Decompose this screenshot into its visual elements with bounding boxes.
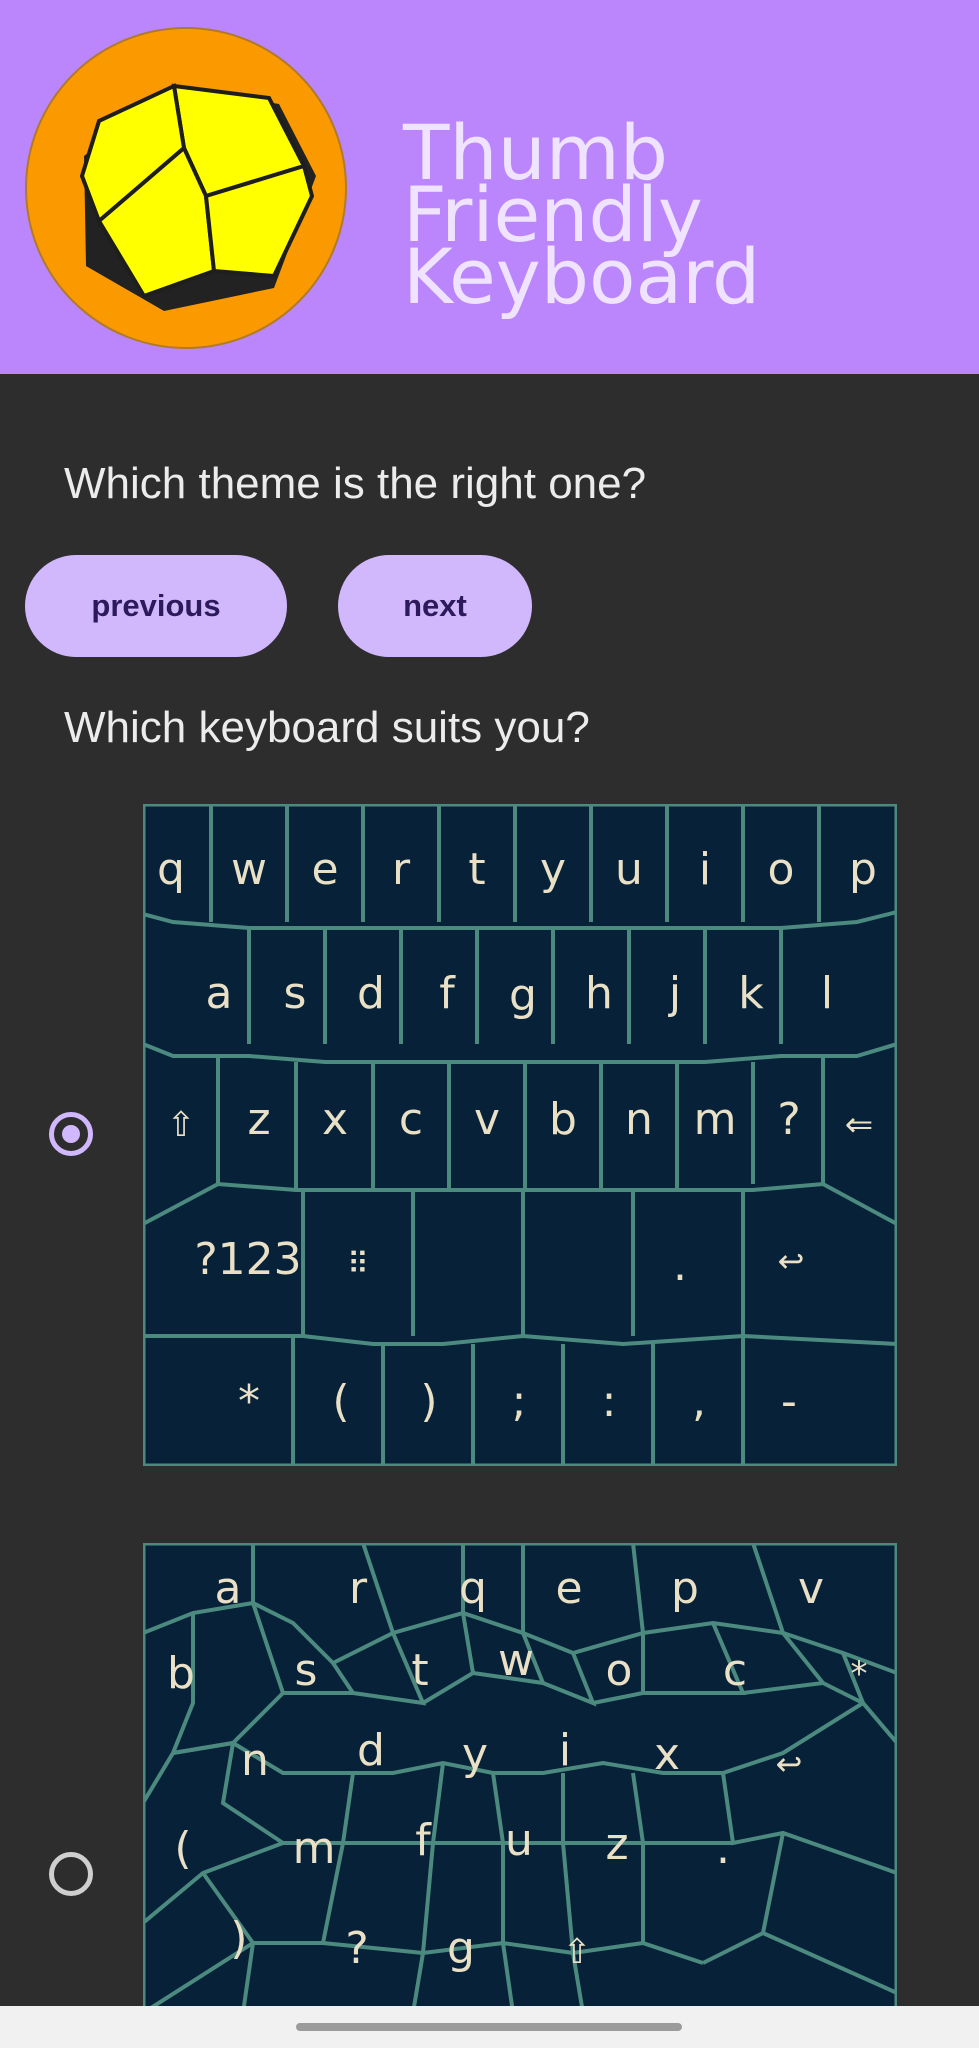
- svg-text:y: y: [462, 1729, 488, 1780]
- svg-text:u: u: [505, 1815, 533, 1866]
- svg-text:*: *: [238, 1376, 260, 1427]
- svg-text:w: w: [498, 1635, 534, 1686]
- svg-text:v: v: [798, 1563, 824, 1614]
- svg-text:↩: ↩: [778, 1242, 805, 1280]
- svg-text:c: c: [723, 1645, 747, 1696]
- svg-text:v: v: [474, 1094, 500, 1145]
- svg-text:c: c: [399, 1094, 423, 1145]
- svg-text:q: q: [459, 1563, 487, 1614]
- svg-text:(: (: [332, 1376, 349, 1427]
- svg-text:u: u: [615, 844, 643, 895]
- svg-text:l: l: [821, 968, 833, 1019]
- svg-text:): ): [230, 1913, 247, 1964]
- honeycomb-keyboard-radio[interactable]: [49, 1852, 93, 1896]
- svg-text:s: s: [284, 968, 307, 1019]
- svg-text:p: p: [671, 1563, 699, 1614]
- svg-text:t: t: [411, 1645, 428, 1696]
- svg-text:(: (: [174, 1823, 191, 1874]
- svg-text:g: g: [447, 1923, 475, 1974]
- svg-text::: :: [602, 1376, 617, 1427]
- app-title-line-2: Keyboard: [403, 232, 761, 321]
- svg-text:x: x: [322, 1094, 348, 1145]
- app-title-line-1: Thumb Friendly: [403, 108, 703, 259]
- qwerty-keyboard-preview[interactable]: qwe r t yu i o p asd f g h j k l ⇧ z x c v b n m? ⇐ ?123 ⠿…: [143, 804, 897, 1466]
- svg-text:e: e: [311, 844, 338, 895]
- svg-text:x: x: [654, 1729, 680, 1780]
- svg-text:e: e: [555, 1563, 582, 1614]
- svg-text:⠿: ⠿: [347, 1247, 369, 1282]
- qwerty-keyboard-radio[interactable]: [49, 1112, 93, 1156]
- svg-text:q: q: [157, 844, 185, 895]
- svg-text:f: f: [415, 1815, 432, 1866]
- svg-text:;: ;: [512, 1376, 527, 1427]
- svg-text:h: h: [585, 968, 613, 1019]
- svg-text:a: a: [206, 968, 233, 1019]
- svg-text:t: t: [468, 844, 485, 895]
- svg-text:.: .: [673, 1240, 687, 1291]
- svg-text:b: b: [549, 1094, 577, 1145]
- svg-text:n: n: [625, 1094, 653, 1145]
- svg-text:z: z: [247, 1094, 270, 1145]
- svg-text:⇧: ⇧: [563, 1932, 592, 1972]
- home-gesture-handle[interactable]: [296, 2023, 682, 2031]
- keyboard-question: Which keyboard suits you?: [64, 703, 590, 752]
- svg-text:-: -: [781, 1376, 797, 1427]
- svg-text:j: j: [668, 968, 681, 1019]
- system-navigation-bar: [0, 2006, 979, 2048]
- svg-text:m: m: [293, 1823, 336, 1874]
- svg-text:,: ,: [692, 1376, 706, 1427]
- next-theme-button[interactable]: next: [338, 555, 532, 657]
- svg-text:d: d: [357, 968, 385, 1019]
- svg-text:f: f: [439, 968, 456, 1019]
- honeycomb-keyboard-preview[interactable]: a r q e p v b s t w o c * n d y i x ↩ ( m f u z. )? g ⇧: [143, 1543, 897, 2006]
- svg-text:p: p: [849, 844, 877, 895]
- svg-text:o: o: [768, 844, 795, 895]
- svg-text:*: *: [851, 1654, 868, 1694]
- svg-text:m: m: [694, 1094, 737, 1145]
- svg-text:z: z: [605, 1819, 628, 1870]
- dodecahedron-logo-icon: [25, 27, 347, 349]
- svg-text:o: o: [606, 1645, 633, 1696]
- previous-theme-button[interactable]: previous: [25, 555, 287, 657]
- svg-text:a: a: [215, 1563, 242, 1614]
- svg-text:?: ?: [345, 1923, 368, 1974]
- svg-text:⇐: ⇐: [845, 1105, 874, 1145]
- svg-text:k: k: [738, 968, 764, 1019]
- svg-text:b: b: [167, 1648, 195, 1699]
- svg-text:): ): [420, 1376, 437, 1427]
- svg-text:i: i: [699, 844, 711, 895]
- theme-question: Which theme is the right one?: [64, 459, 647, 508]
- svg-text:w: w: [231, 844, 267, 895]
- app-header: Thumb Friendly Keyboard: [0, 0, 979, 374]
- svg-text:.: .: [716, 1823, 730, 1874]
- svg-text:g: g: [509, 970, 537, 1021]
- svg-text:↩: ↩: [776, 1745, 803, 1783]
- svg-text:s: s: [295, 1645, 318, 1696]
- svg-text:d: d: [357, 1725, 385, 1776]
- svg-text:⇧: ⇧: [167, 1105, 196, 1145]
- app-title: Thumb Friendly Keyboard: [403, 108, 963, 321]
- svg-text:n: n: [241, 1735, 269, 1786]
- svg-text:y: y: [540, 844, 566, 895]
- svg-text:?123: ?123: [194, 1234, 301, 1285]
- svg-text:?: ?: [777, 1094, 800, 1145]
- svg-text:r: r: [349, 1563, 368, 1614]
- svg-text:r: r: [392, 844, 411, 895]
- svg-text:i: i: [559, 1725, 571, 1776]
